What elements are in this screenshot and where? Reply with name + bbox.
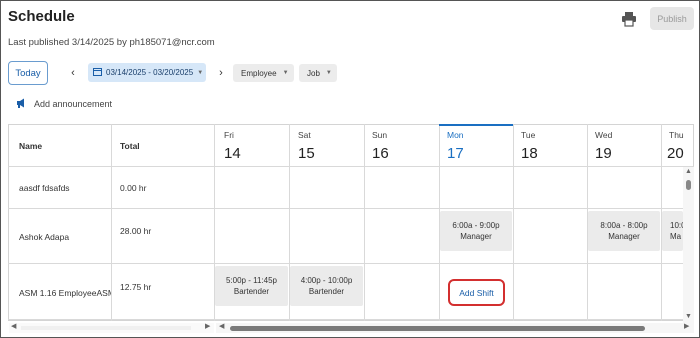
shift-block[interactable]: 6:00a - 9:00p Manager — [440, 211, 512, 251]
day-header-name: Wed — [595, 130, 613, 140]
employee-total: 28.00 hr — [120, 226, 152, 236]
day-header-number: 18 — [521, 145, 538, 162]
add-announcement-button[interactable]: Add announcement — [16, 98, 112, 110]
date-range-text: 03/14/2025 - 03/20/2025 — [106, 68, 194, 77]
employee-name: aasdf fdsafds — [19, 183, 70, 193]
employee-total: 0.00 hr — [120, 183, 147, 193]
employee-name: ASM 1.16 EmployeeASMCI — [19, 288, 111, 298]
shift-role: Ma — [670, 232, 682, 241]
horizontal-scrollbar-left[interactable]: ◀ ▶ — [9, 323, 214, 333]
day-header-name: Tue — [521, 130, 536, 140]
chevron-down-icon: ▼ — [282, 70, 289, 76]
day-header-number: 16 — [372, 145, 389, 162]
day-header-name: Mon — [447, 130, 464, 140]
scrollbar-thumb[interactable] — [230, 326, 645, 331]
day-header-name: Sat — [298, 130, 311, 140]
shift-time: 6:00a - 9:00p — [452, 221, 500, 230]
chevron-down-icon: ▼ — [325, 70, 332, 76]
shift-block[interactable]: 10:0 Ma — [662, 211, 683, 251]
scroll-left-arrow-icon[interactable]: ◀ — [219, 322, 224, 330]
vertical-scrollbar[interactable]: ▲ ▼ — [683, 167, 694, 323]
chevron-left-icon[interactable]: ‹ — [66, 65, 80, 81]
employee-filter-label: Employee — [241, 68, 277, 78]
scrollbar-thumb[interactable] — [21, 326, 191, 330]
megaphone-icon — [16, 98, 27, 110]
shift-block[interactable]: 5:00p - 11:45p Bartender — [215, 266, 288, 306]
day-header-name: Thu — [669, 130, 684, 140]
today-button[interactable]: Today — [8, 61, 48, 85]
scroll-up-arrow-icon[interactable]: ▲ — [685, 168, 692, 175]
print-icon[interactable] — [621, 11, 637, 27]
shift-role: Manager — [460, 232, 492, 241]
employee-filter[interactable]: Employee ▼ — [233, 64, 294, 82]
shift-time: 8:00a - 8:00p — [600, 221, 648, 230]
day-header-name: Fri — [224, 130, 234, 140]
day-header-number: 19 — [595, 145, 612, 162]
scroll-left-arrow-icon[interactable]: ◀ — [11, 322, 16, 330]
day-header-number: 14 — [224, 145, 241, 162]
day-header-number: 17 — [447, 145, 464, 162]
add-shift-button[interactable]: Add Shift — [448, 279, 505, 306]
job-filter-label: Job — [307, 68, 320, 78]
date-range-picker[interactable]: 03/14/2025 - 03/20/2025 ▼ — [88, 63, 206, 82]
scrollbar-thumb[interactable] — [686, 180, 691, 190]
last-published-text: Last published 3/14/2025 by ph185071@ncr… — [8, 37, 215, 48]
employee-name: Ashok Adapa — [19, 232, 70, 242]
horizontal-scrollbar-right[interactable]: ◀ ▶ — [216, 323, 694, 333]
shift-time: 5:00p - 11:45p — [225, 276, 277, 285]
day-header-number: 15 — [298, 145, 315, 162]
publish-button[interactable]: Publish — [650, 7, 694, 30]
chevron-right-icon[interactable]: › — [214, 65, 228, 81]
page-title: Schedule — [8, 8, 75, 25]
chevron-down-icon: ▼ — [197, 69, 204, 76]
schedule-app: Schedule Last published 3/14/2025 by ph1… — [0, 0, 700, 338]
scroll-right-arrow-icon[interactable]: ▶ — [205, 322, 210, 330]
shift-role: Bartender — [308, 287, 345, 296]
add-announcement-label: Add announcement — [34, 99, 113, 109]
shift-block[interactable]: 8:00a - 8:00p Manager — [588, 211, 660, 251]
today-indicator — [439, 124, 513, 126]
shift-block[interactable]: 4:00p - 10:00p Bartender — [290, 266, 363, 306]
scroll-right-arrow-icon[interactable]: ▶ — [684, 322, 689, 330]
employee-total: 12.75 hr — [120, 282, 152, 292]
scroll-down-arrow-icon[interactable]: ▼ — [685, 313, 692, 320]
day-header-number: 20 — [667, 145, 684, 162]
shift-role: Bartender — [233, 287, 270, 296]
day-header-name: Sun — [372, 130, 388, 140]
job-filter[interactable]: Job ▼ — [299, 64, 337, 82]
name-column-header: Name — [19, 141, 43, 151]
total-column-header: Total — [120, 141, 140, 151]
shift-time: 10:0 — [670, 221, 683, 230]
calendar-icon — [93, 67, 102, 78]
shift-time: 4:00p - 10:00p — [300, 276, 353, 285]
shift-role: Manager — [608, 232, 640, 241]
